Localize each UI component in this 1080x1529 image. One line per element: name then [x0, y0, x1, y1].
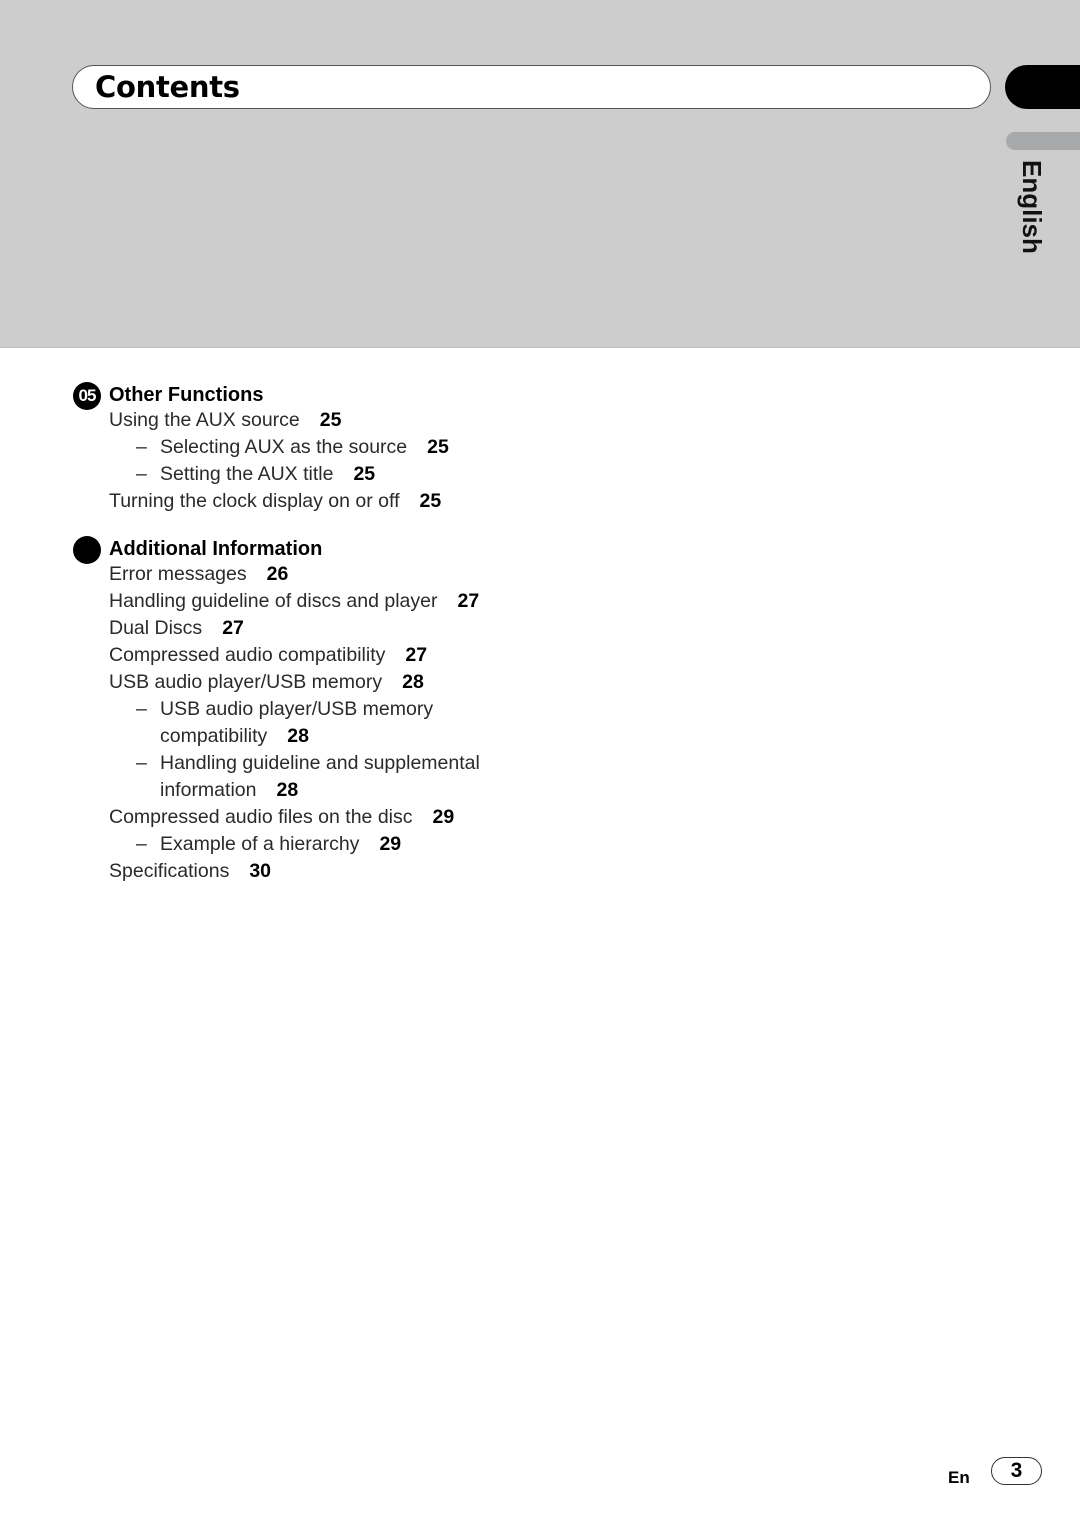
- toc-entry-label: Specifications: [109, 860, 230, 882]
- toc-entry[interactable]: Compressed audio files on the disc 29: [0, 804, 1080, 831]
- toc-entry[interactable]: Dual Discs 27: [0, 615, 1080, 642]
- toc-entry-label: Using the AUX source: [109, 409, 300, 431]
- header-band: [0, 0, 1080, 348]
- toc-entry[interactable]: Compressed audio compatibility 27: [0, 642, 1080, 669]
- toc-page-number: 27: [222, 617, 244, 639]
- chapter-number-badge: [73, 536, 101, 564]
- section-heading: Additional Information: [0, 534, 1080, 564]
- toc-entry[interactable]: Error messages 26: [0, 561, 1080, 588]
- toc-page-number: 29: [379, 833, 402, 855]
- toc-page-number: 27: [457, 590, 480, 612]
- toc-page-number: 25: [427, 436, 449, 458]
- toc-entry[interactable]: Turning the clock display on or off 25: [0, 488, 1080, 515]
- language-tab-label: English: [1017, 160, 1047, 254]
- page-number-badge: 3: [991, 1457, 1042, 1485]
- toc-entry-label-continued: information: [160, 779, 257, 801]
- toc-page-number: 26: [266, 563, 289, 585]
- toc-section-other-functions: 05 Other Functions Using the AUX source 2…: [0, 380, 1080, 515]
- toc-entry-label: Handling guideline and supplemental: [160, 752, 480, 774]
- toc-entry[interactable]: Using the AUX source 25: [0, 407, 1080, 434]
- toc-subentry[interactable]: – Setting the AUX title 25: [0, 461, 1080, 488]
- toc-entry-label: USB audio player/USB memory: [109, 671, 383, 693]
- toc-entry-label: Selecting AUX as the source: [160, 436, 408, 458]
- toc-entry-label: Setting the AUX title: [160, 463, 334, 485]
- toc-page-number: 30: [249, 860, 272, 882]
- section-title: Additional Information: [109, 538, 323, 560]
- page-title: Contents: [95, 70, 240, 104]
- toc-entry-label: Handling guideline of discs and player: [109, 590, 438, 612]
- toc-page-number: 28: [402, 671, 424, 693]
- toc-subentry[interactable]: – USB audio player/USB memory compatibil…: [0, 696, 1080, 750]
- toc-section-additional-information: Additional Information Error messages 26 …: [0, 534, 1080, 885]
- toc-entry-label: USB audio player/USB memory: [160, 698, 434, 720]
- toc-entry-label: Compressed audio compatibility: [109, 644, 386, 666]
- footer-language-code: En: [948, 1468, 970, 1487]
- dash-bullet: –: [136, 698, 147, 720]
- toc-page-number: 29: [432, 806, 455, 828]
- dash-bullet: –: [136, 833, 147, 855]
- dash-bullet: –: [136, 752, 147, 774]
- toc-entry-label: Example of a hierarchy: [160, 833, 360, 855]
- toc-page-number: 25: [419, 490, 442, 512]
- toc-entry-label: Compressed audio files on the disc: [109, 806, 413, 828]
- toc-page-number: 25: [319, 409, 342, 431]
- toc-page-number: 28: [287, 725, 309, 747]
- language-tab-marker: [1006, 132, 1080, 150]
- toc-page-number: 28: [276, 779, 299, 801]
- toc-entry-label-continued: compatibility: [160, 725, 268, 747]
- toc-subentry[interactable]: – Handling guideline and supplemental in…: [0, 750, 1080, 804]
- toc-entry-label: Turning the clock display on or off: [109, 490, 400, 512]
- dash-bullet: –: [136, 436, 147, 458]
- toc-entry[interactable]: Specifications 30: [0, 858, 1080, 885]
- toc-entry[interactable]: Handling guideline of discs and player 27: [0, 588, 1080, 615]
- toc-subentry[interactable]: – Example of a hierarchy 29: [0, 831, 1080, 858]
- section-heading: 05 Other Functions: [0, 380, 1080, 410]
- toc-entry[interactable]: USB audio player/USB memory 28: [0, 669, 1080, 696]
- toc-page-number: 25: [353, 463, 376, 485]
- toc-page-number: 27: [405, 644, 428, 666]
- toc-entry-label: Error messages: [109, 563, 247, 585]
- dash-bullet: –: [136, 463, 147, 485]
- section-title: Other Functions: [109, 384, 264, 406]
- chapter-tab-marker: [1005, 65, 1080, 109]
- chapter-number-badge: 05: [73, 382, 101, 410]
- toc-subentry[interactable]: – Selecting AUX as the source 25: [0, 434, 1080, 461]
- toc-entry-label: Dual Discs: [109, 617, 203, 639]
